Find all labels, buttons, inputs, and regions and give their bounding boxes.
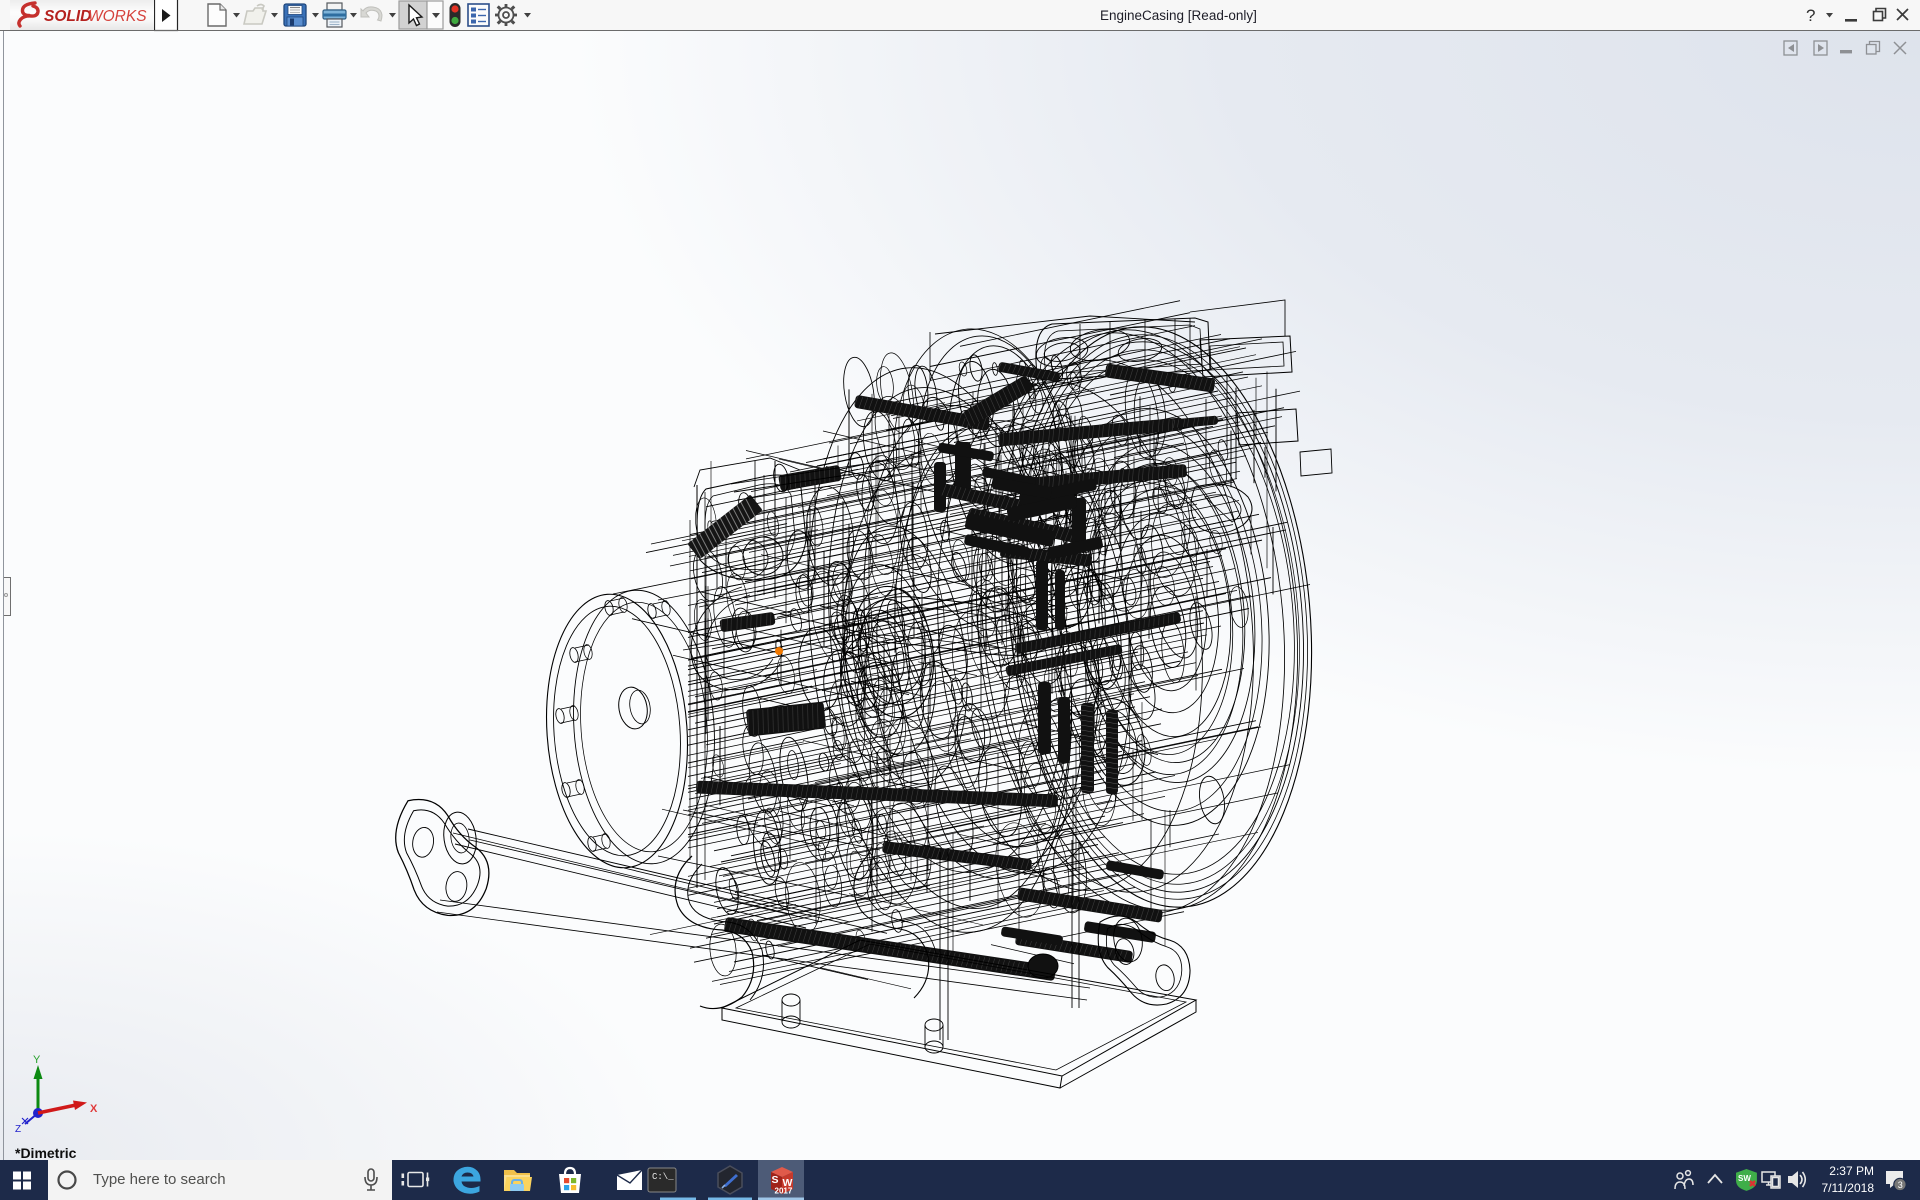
svg-text:SW: SW xyxy=(1738,1174,1751,1183)
svg-text:Z: Z xyxy=(15,1124,21,1132)
svg-text:?: ? xyxy=(1806,6,1815,25)
svg-text:C:\_: C:\_ xyxy=(652,1172,674,1182)
svg-text:2017: 2017 xyxy=(775,1187,793,1196)
svg-text:S: S xyxy=(772,1174,779,1186)
svg-text:X: X xyxy=(90,1103,98,1115)
svg-text:3: 3 xyxy=(1898,1180,1903,1190)
svg-text:Y: Y xyxy=(33,1054,41,1066)
